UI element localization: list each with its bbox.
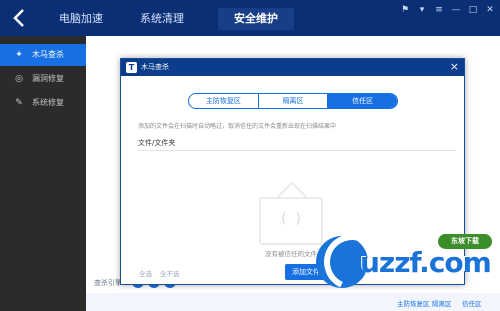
tab-quarantine[interactable]: 隔离区 bbox=[259, 94, 329, 108]
dialog-title: 木马查杀 bbox=[141, 63, 169, 71]
bottom-link-quarantine[interactable]: 隔离区 bbox=[432, 298, 452, 308]
menu-icon[interactable]: ⚑ bbox=[399, 4, 411, 16]
bottom-link-restore-zone[interactable]: 主防恢复区 bbox=[397, 298, 430, 308]
sidebar: ✦ 木马查杀 ◎ 漏洞修复 ✎ 系统修复 bbox=[0, 36, 86, 311]
empty-state-text: 没有被信任的文件 bbox=[265, 250, 317, 258]
empty-placeholder-icon: ( ) bbox=[281, 211, 301, 227]
tab-trust-zone[interactable]: 信任区 bbox=[328, 94, 397, 108]
sidebar-item-trojan-scan[interactable]: ✦ 木马查杀 bbox=[0, 44, 86, 66]
column-header-file: 文件/文件夹 bbox=[138, 139, 176, 147]
shield-icon: ◎ bbox=[15, 74, 23, 84]
back-arrow-icon[interactable] bbox=[8, 6, 32, 30]
select-all-link[interactable]: 全选 bbox=[139, 268, 152, 278]
tab-system-clean[interactable]: 系统清理 bbox=[124, 8, 200, 30]
empty-frame-icon: ( ) bbox=[259, 197, 323, 245]
trust-zone-hint: 添加的文件会在扫描时自动略过，取消信任的文件会重新出现在扫描结果中 bbox=[138, 123, 337, 130]
tab-speedup[interactable]: 电脑加速 bbox=[52, 8, 110, 30]
close-icon[interactable]: ✕ bbox=[484, 4, 496, 16]
sidebar-item-label: 漏洞修复 bbox=[32, 74, 64, 83]
maximize-icon[interactable]: □ bbox=[467, 4, 479, 16]
tab-restore-zone[interactable]: 主防恢复区 bbox=[189, 94, 259, 108]
window-controls: ⚑ ▾ ≡ — □ ✕ bbox=[399, 4, 496, 16]
wrench-icon: ✎ bbox=[15, 98, 23, 108]
settings-icon[interactable]: ≡ bbox=[433, 4, 445, 16]
engine-label: 查杀引擎 bbox=[94, 279, 122, 287]
sidebar-item-label: 木马查杀 bbox=[32, 50, 64, 59]
sidebar-item-system-repair[interactable]: ✎ 系统修复 bbox=[0, 92, 86, 114]
dialog-title-bar: T 木马查杀 × bbox=[121, 59, 464, 76]
dialog-close-button[interactable]: × bbox=[450, 60, 459, 74]
top-navigation-bar: 电脑加速 系统清理 安全维护 ⚑ ▾ ≡ — □ ✕ bbox=[0, 0, 500, 36]
bottom-link-trust-zone[interactable]: 信任区 bbox=[462, 298, 482, 308]
app-logo-icon: T bbox=[126, 62, 137, 73]
minimize-icon[interactable]: — bbox=[450, 4, 462, 16]
watermark-logo: uzzf.com 东坡下载 bbox=[316, 226, 500, 298]
watermark-text: uzzf.com bbox=[360, 246, 492, 279]
zone-tabs: 主防恢复区 隔离区 信任区 bbox=[188, 93, 398, 109]
tab-security-maintenance[interactable]: 安全维护 bbox=[218, 8, 294, 30]
select-none-link[interactable]: 全不选 bbox=[160, 268, 180, 278]
trojan-icon: ✦ bbox=[15, 50, 23, 60]
sidebar-item-label: 系统修复 bbox=[32, 98, 64, 107]
header-divider bbox=[138, 150, 456, 151]
shirt-icon[interactable]: ▾ bbox=[416, 4, 428, 16]
watermark-badge: 东坡下载 bbox=[438, 234, 492, 249]
sidebar-item-vuln-fix[interactable]: ◎ 漏洞修复 bbox=[0, 68, 86, 90]
